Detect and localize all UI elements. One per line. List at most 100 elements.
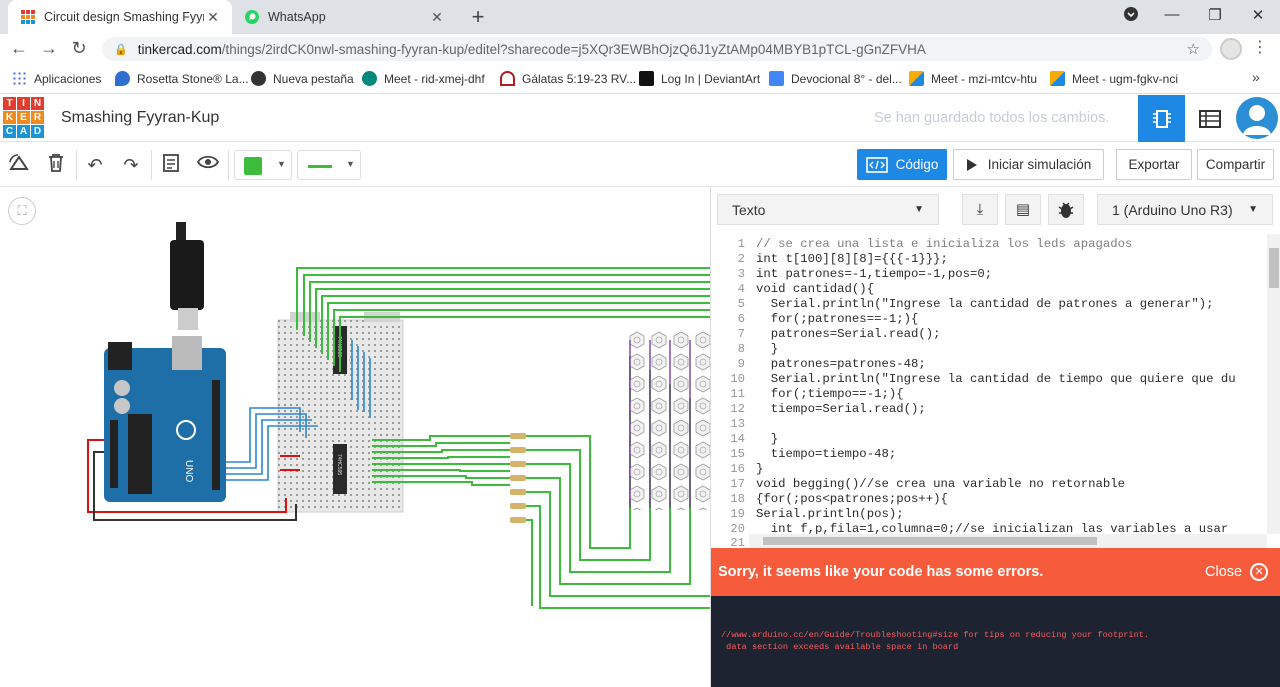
bookmark-meet-3[interactable]: Meet - ugm-fgkv-nci — [1050, 71, 1178, 86]
notes-icon[interactable] — [158, 153, 184, 177]
shift-register-bottom[interactable]: 74HC595 — [333, 444, 347, 494]
line-number: 3 — [737, 267, 745, 281]
rotate-icon[interactable] — [6, 153, 32, 177]
bookmarks-overflow-button[interactable]: » — [1252, 69, 1260, 85]
back-arrow-icon[interactable]: ← — [8, 38, 30, 59]
download-icon[interactable]: ⤓ — [962, 194, 998, 225]
ic-label: 74HC595 — [336, 454, 342, 475]
bookmark-galatas[interactable]: Gálatas 5:19-23 RV... — [500, 71, 636, 86]
logo-letter: T — [3, 97, 16, 110]
deviantart-icon — [639, 71, 654, 86]
debugger-bug-icon[interactable] — [1048, 194, 1084, 225]
line-number: 18 — [730, 492, 745, 506]
code-panel-toolbar: Texto ▼ ⤓ ▤ 1 (Arduino Uno R3) ▼ — [711, 187, 1280, 233]
logo-letter: A — [17, 125, 30, 138]
error-message: Sorry, it seems like your code has some … — [718, 564, 1044, 580]
start-simulation-button[interactable]: Iniciar simulación — [953, 149, 1104, 180]
line-number: 15 — [730, 447, 745, 461]
restore-icon[interactable]: ❐ — [1200, 6, 1230, 24]
editor-horizontal-scrollbar[interactable] — [749, 534, 1267, 548]
resistors[interactable] — [510, 433, 526, 523]
window-close-icon[interactable]: ✕ — [1243, 6, 1273, 24]
line-number: 9 — [737, 357, 745, 371]
code-line: } — [756, 462, 764, 476]
code-line: tiempo=Serial.read(); — [756, 402, 926, 416]
code-line: void begging()//se crea una variable no … — [756, 477, 1125, 491]
visibility-eye-icon[interactable] — [195, 153, 221, 177]
code-line: for(;patrones==-1;){ — [756, 312, 919, 326]
line-number: 4 — [737, 282, 745, 296]
circuit-canvas[interactable]: ⛶ UNO 74HC595 74HC595 — [0, 187, 710, 687]
scrollbar-thumb[interactable] — [763, 537, 1097, 545]
wire-type-picker[interactable]: ▼ — [297, 150, 361, 180]
bookmark-aplicaciones[interactable]: Aplicaciones — [12, 71, 101, 86]
tab-title: WhatsApp — [268, 10, 326, 24]
tab-whatsapp[interactable]: WhatsApp ✕ — [232, 0, 456, 34]
svg-text:UNO: UNO — [183, 460, 194, 482]
device-select[interactable]: 1 (Arduino Uno R3) ▼ — [1097, 194, 1273, 225]
bookmark-rosetta[interactable]: Rosetta Stone® La... — [115, 71, 249, 86]
browser-profile-avatar[interactable] — [1220, 38, 1242, 60]
line-number: 20 — [730, 522, 745, 536]
forward-arrow-icon[interactable]: → — [38, 38, 60, 59]
bookmark-star-icon[interactable]: ☆ — [1187, 40, 1200, 58]
delete-icon[interactable] — [43, 153, 69, 177]
bookmark-meet-2[interactable]: Meet - mzi-mtcv-htu — [909, 71, 1037, 86]
scrollbar-thumb[interactable] — [1269, 248, 1279, 288]
bookmark-devocional[interactable]: Devocional 8° - del... — [769, 71, 902, 86]
new-tab-button[interactable]: + — [466, 4, 490, 30]
usb-connector — [178, 308, 198, 330]
bookmark-deviantart[interactable]: Log In | DeviantArt — [639, 71, 760, 86]
tinkercad-logo[interactable]: T I N K E R C A D — [3, 97, 44, 139]
code-line: patrones=patrones-48; — [756, 357, 926, 371]
line-number: 1 — [737, 237, 745, 251]
close-tab-icon[interactable]: ✕ — [428, 9, 446, 26]
logo-letter: E — [17, 111, 30, 124]
address-bar[interactable]: 🔒 tinkercad.com/things/2irdCK0nwl-smashi… — [102, 37, 1212, 61]
redo-icon[interactable]: ↷ — [118, 153, 144, 177]
line-number: 6 — [737, 312, 745, 326]
circuit-view-button[interactable] — [1138, 95, 1185, 142]
line-number: 21 — [730, 536, 745, 548]
browser-tab-bar: Circuit design Smashing Fyyran-K ✕ Whats… — [0, 0, 1280, 34]
toolbar-divider — [228, 150, 229, 180]
user-icon — [1243, 105, 1271, 135]
logo-letter: D — [31, 125, 44, 138]
close-error-button[interactable]: Close ✕ — [1205, 563, 1269, 581]
line-number: 12 — [730, 402, 745, 416]
tab-tinkercad[interactable]: Circuit design Smashing Fyyran-K ✕ — [8, 0, 232, 34]
library-icon[interactable]: ▤ — [1005, 194, 1041, 225]
logo-letter: R — [31, 111, 44, 124]
user-avatar[interactable] — [1236, 97, 1278, 139]
chevron-down-icon: ▼ — [1248, 204, 1258, 215]
bible-icon — [500, 71, 515, 86]
tab-search-icon[interactable] — [1116, 6, 1146, 26]
line-number: 17 — [730, 477, 745, 491]
logo-letter: K — [3, 111, 16, 124]
export-button[interactable]: Exportar — [1116, 149, 1192, 180]
toolbar-divider — [76, 150, 77, 180]
browser-menu-icon[interactable]: ⋮ — [1252, 37, 1268, 57]
code-panel: Texto ▼ ⤓ ▤ 1 (Arduino Uno R3) ▼ 1 // se… — [710, 187, 1280, 687]
save-status: Se han guardado todos los cambios. — [874, 110, 1110, 126]
undo-icon[interactable]: ↶ — [82, 153, 108, 177]
chevron-down-icon: ▼ — [914, 204, 924, 215]
serial-console: //www.arduino.cc/en/Guide/Troubleshootin… — [711, 596, 1280, 687]
component-list-button[interactable] — [1186, 95, 1233, 142]
arduino-uno[interactable]: UNO — [104, 336, 226, 502]
wire-color-picker[interactable]: ▼ — [234, 150, 292, 180]
editor-vertical-scrollbar[interactable] — [1267, 234, 1280, 534]
project-name[interactable]: Smashing Fyyran-Kup — [61, 109, 219, 127]
reload-icon[interactable]: ↻ — [68, 38, 90, 59]
minimize-icon[interactable]: — — [1157, 6, 1187, 23]
code-mode-select[interactable]: Texto ▼ — [717, 194, 939, 225]
share-button[interactable]: Compartir — [1197, 149, 1274, 180]
bookmark-nueva-pestana[interactable]: Nueva pestaña — [251, 71, 354, 86]
led-matrix[interactable] — [626, 330, 710, 510]
code-button[interactable]: Código — [857, 149, 947, 180]
bookmark-meet-1[interactable]: Meet - rid-xmej-dhf — [362, 71, 485, 86]
code-editor[interactable]: 1 // se crea una lista e inicializa los … — [711, 234, 1280, 548]
tinkercad-header: T I N K E R C A D Smashing Fyyran-Kup Se… — [0, 95, 1280, 142]
close-tab-icon[interactable]: ✕ — [204, 9, 222, 26]
wire-style-swatch — [308, 165, 332, 168]
